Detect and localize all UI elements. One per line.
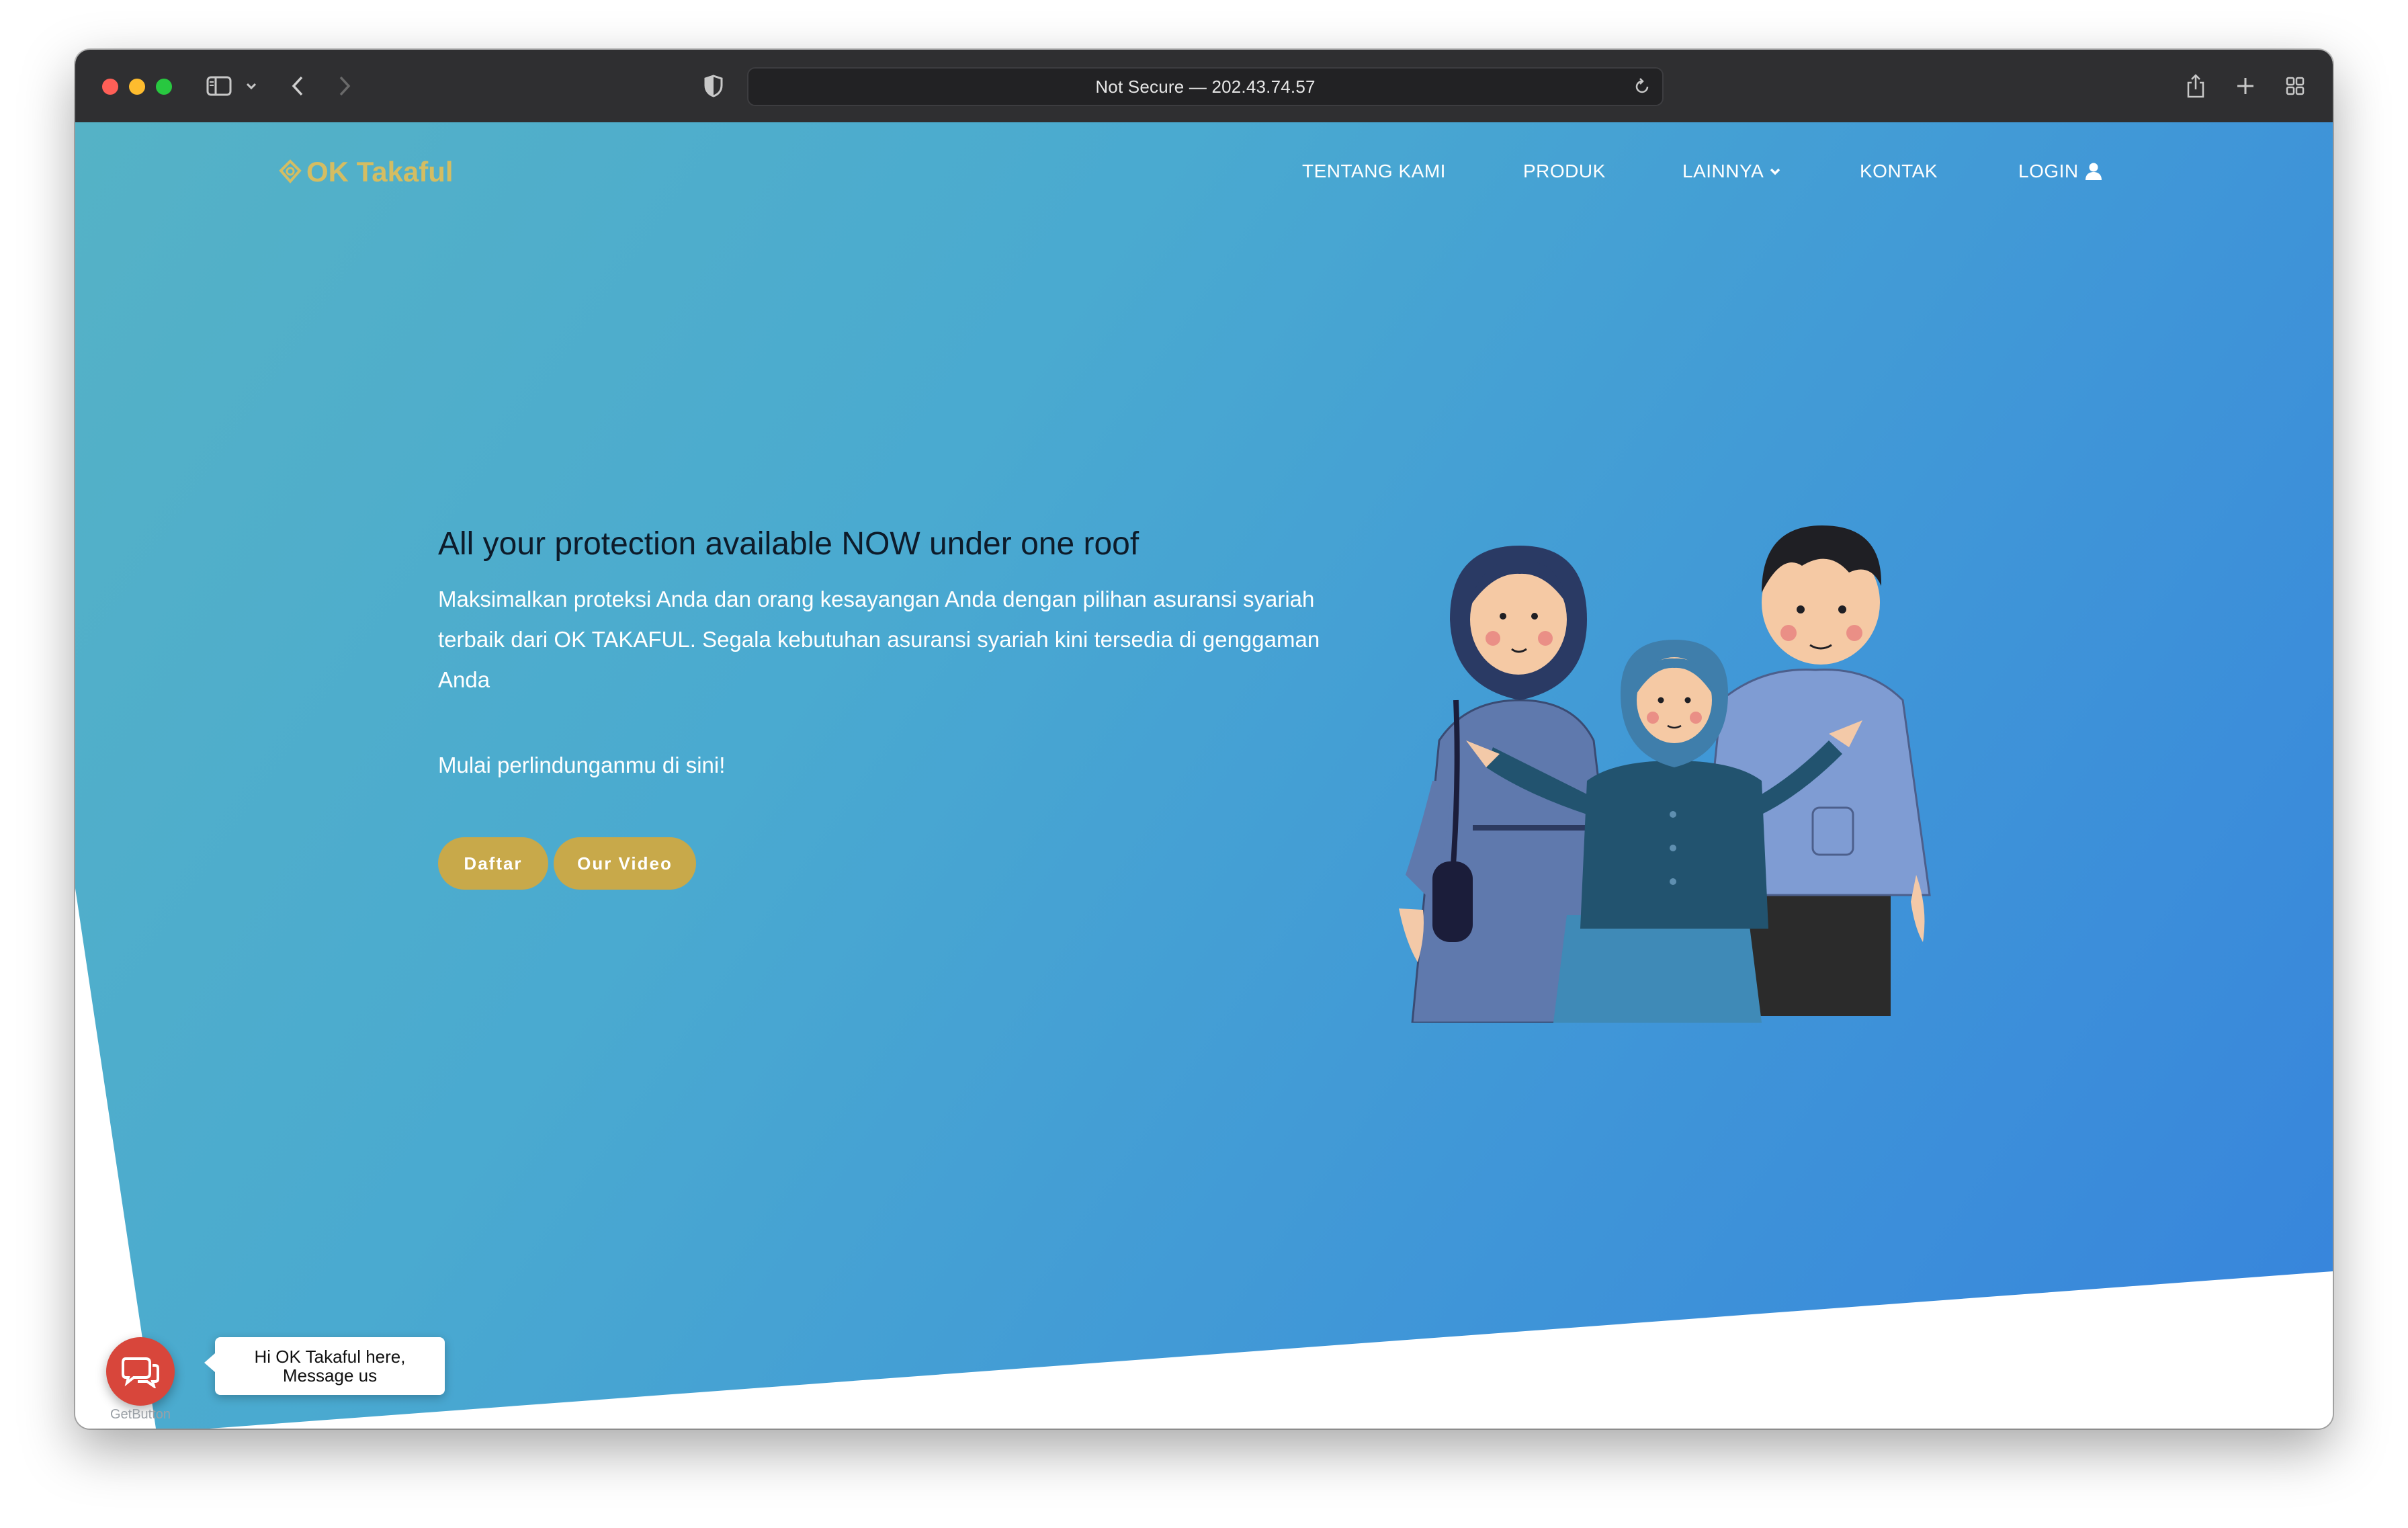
- main-nav: TENTANG KAMI PRODUK LAINNYA KONTAK LOGIN: [75, 155, 2333, 188]
- nav-produk[interactable]: PRODUK: [1523, 155, 1606, 188]
- address-bar[interactable]: Not Secure — 202.43.74.57: [747, 67, 1664, 106]
- chevron-down-icon[interactable]: [243, 71, 259, 101]
- hero-description: Maksimalkan proteksi Anda dan orang kesa…: [438, 587, 1320, 692]
- nav-login[interactable]: LOGIN: [2018, 155, 2103, 188]
- new-tab-icon[interactable]: [2232, 71, 2259, 101]
- chat-bubble-line-2: Message us: [282, 1365, 378, 1386]
- hero-cta-text: Mulai perlindunganmu di sini!: [438, 753, 726, 777]
- shield-icon[interactable]: [700, 71, 727, 101]
- hero-section: OK Takaful TENTANG KAMI PRODUK LAINNYA K…: [75, 122, 2333, 1429]
- url-text: Not Secure — 202.43.74.57: [1095, 77, 1316, 97]
- hero-headline: All your protection available NOW under …: [438, 526, 1140, 562]
- page-viewport: OK Takaful TENTANG KAMI PRODUK LAINNYA K…: [75, 122, 2333, 1429]
- nav-label: LAINNYA: [1682, 161, 1764, 181]
- chat-bubble[interactable]: Hi OK Takaful here, Message us: [204, 1337, 445, 1395]
- close-window-button[interactable]: [102, 79, 118, 95]
- zoom-window-button[interactable]: [156, 79, 172, 95]
- nav-lainnya-dropdown[interactable]: LAINNYA: [1682, 155, 1781, 188]
- nav-tentang-kami[interactable]: TENTANG KAMI: [1302, 155, 1446, 188]
- nav-kontak[interactable]: KONTAK: [1860, 155, 1938, 188]
- nav-label: KONTAK: [1860, 161, 1938, 181]
- minimize-window-button[interactable]: [129, 79, 145, 95]
- chat-icon: [122, 1357, 159, 1388]
- family-illustration: [1399, 525, 1931, 1023]
- browser-toolbar: Not Secure — 202.43.74.57: [75, 50, 2333, 124]
- sidebar-icon[interactable]: [204, 71, 234, 101]
- tab-overview-icon[interactable]: [2282, 71, 2309, 101]
- browser-window: Not Secure — 202.43.74.57 OK Takaful TEN…: [75, 50, 2333, 1429]
- share-icon[interactable]: [2182, 71, 2209, 101]
- user-icon: [2085, 163, 2102, 180]
- chat-bubble-line-1: Hi OK Takaful here,: [254, 1347, 406, 1367]
- daftar-button[interactable]: Daftar: [438, 837, 548, 890]
- getbutton-caption: GetButton: [110, 1407, 171, 1422]
- back-icon[interactable]: [288, 71, 308, 101]
- forward-icon[interactable]: [335, 71, 355, 101]
- reload-icon[interactable]: [1629, 71, 1656, 101]
- chevron-down-icon: [1770, 168, 1780, 175]
- nav-label: PRODUK: [1523, 161, 1606, 181]
- nav-label: TENTANG KAMI: [1302, 161, 1446, 181]
- chat-button[interactable]: [106, 1337, 175, 1406]
- nav-label: LOGIN: [2018, 161, 2079, 181]
- our-video-button[interactable]: Our Video: [554, 837, 696, 890]
